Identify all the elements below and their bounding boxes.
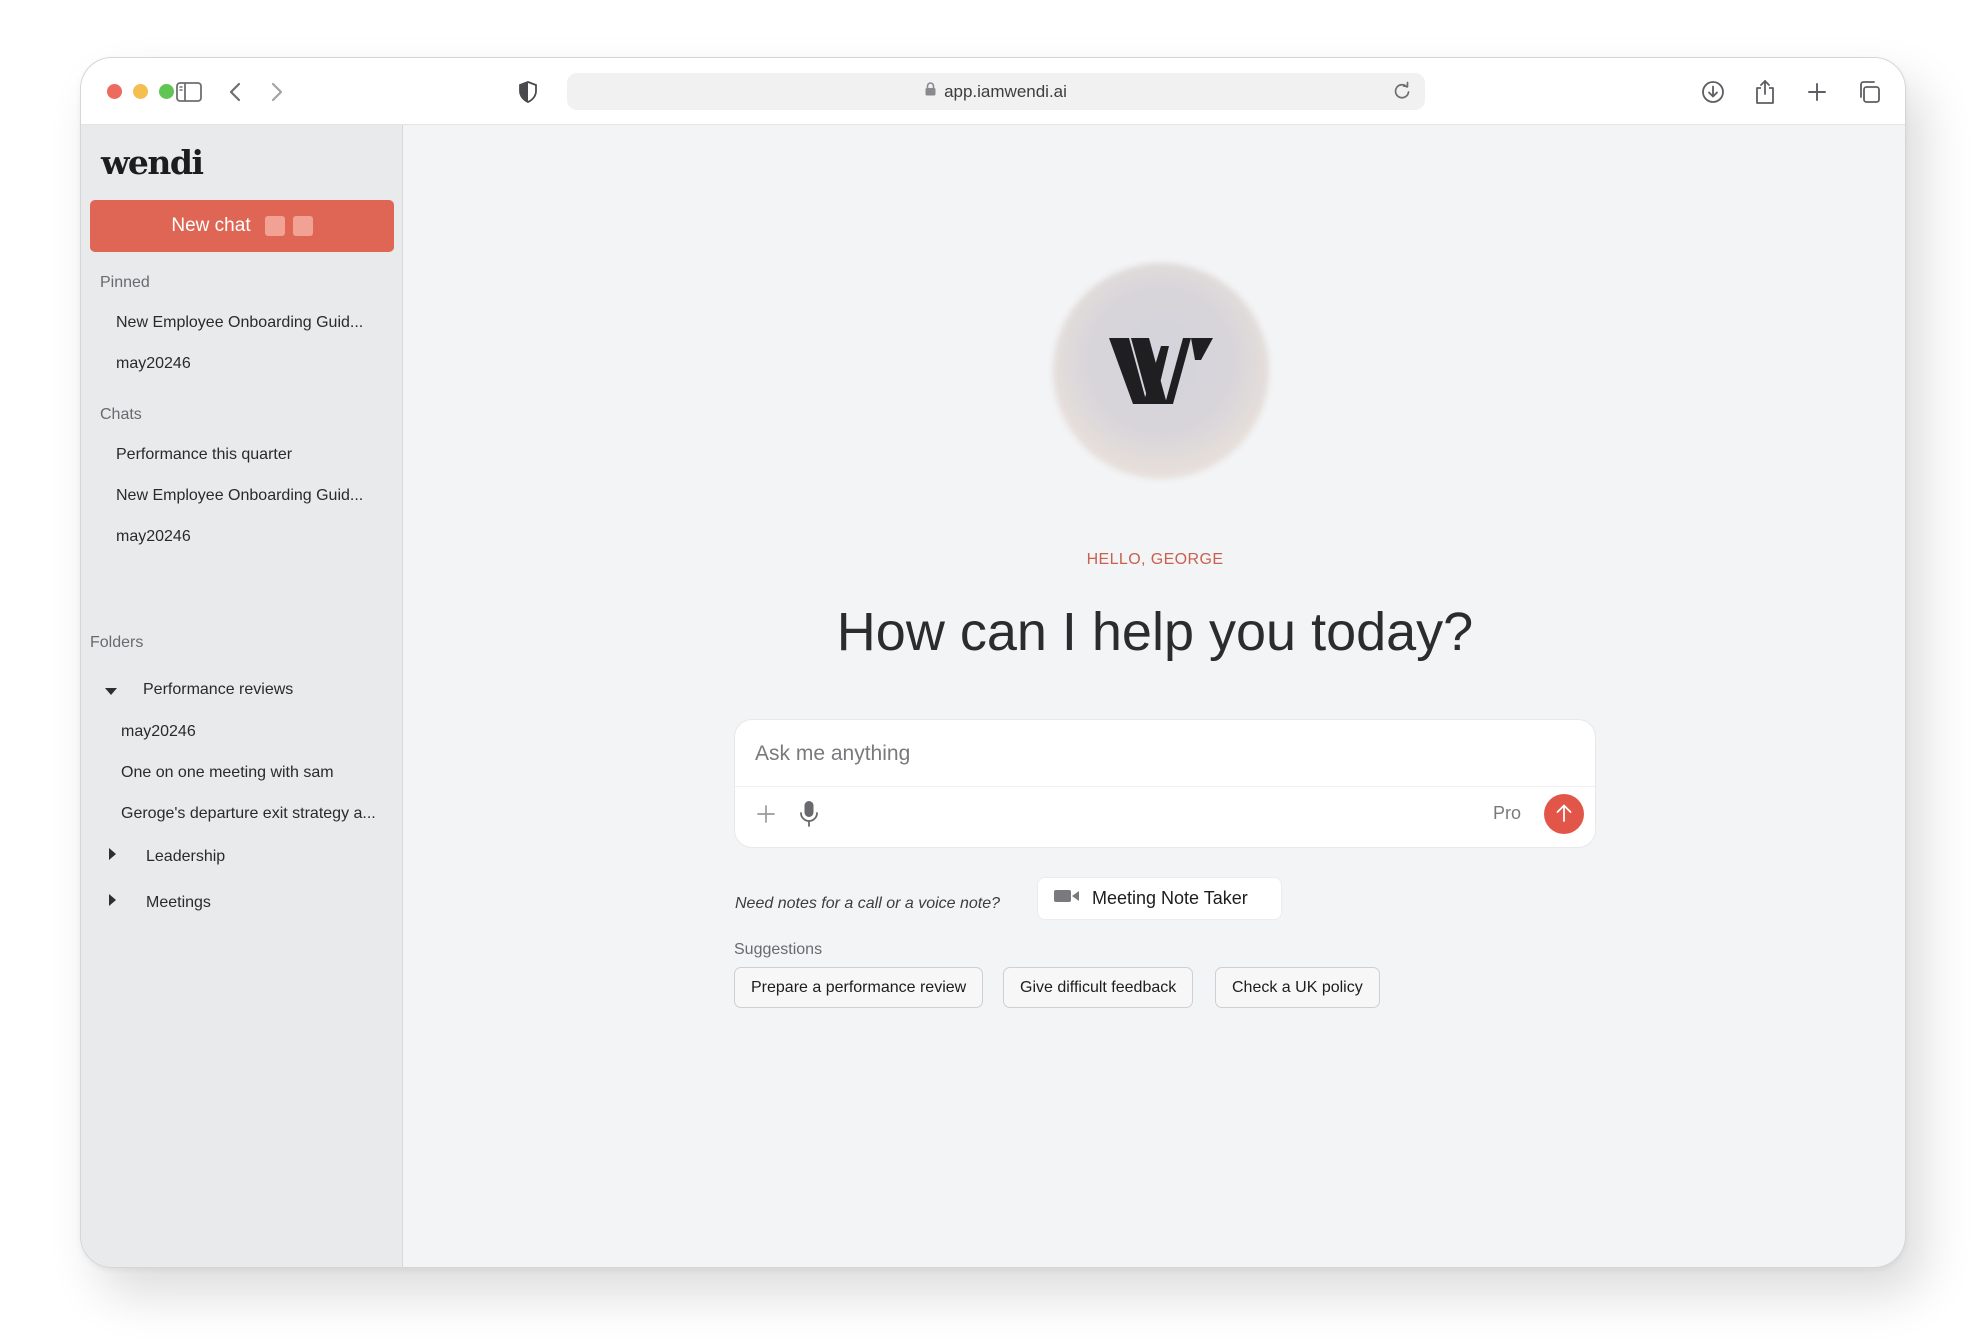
sidebar-toggle-icon[interactable]	[173, 76, 205, 108]
url-text: app.iamwendi.ai	[944, 81, 1067, 101]
chat-item[interactable]: Performance this quarter	[116, 446, 386, 464]
download-icon[interactable]	[1697, 76, 1729, 108]
lock-icon	[925, 82, 936, 101]
new-tab-plus-icon[interactable]	[1801, 76, 1833, 108]
browser-window: app.iamwendi.ai wendi New chat Pinned Ne…	[80, 57, 1906, 1268]
close-window-button[interactable]	[107, 84, 122, 99]
new-chat-button[interactable]: New chat	[90, 200, 394, 252]
composer-divider	[735, 786, 1595, 787]
suggestions-title: Suggestions	[734, 941, 823, 958]
address-bar[interactable]: app.iamwendi.ai	[567, 73, 1425, 110]
tabs-overview-icon[interactable]	[1853, 76, 1885, 108]
folder-meetings[interactable]: Meetings	[146, 894, 386, 912]
meeting-note-taker-label: Meeting Note Taker	[1092, 888, 1248, 908]
pro-mode-toggle[interactable]: Pro	[1493, 803, 1521, 824]
greeting-text: HELLO, GEORGE	[1086, 551, 1224, 568]
send-button[interactable]	[1544, 794, 1584, 834]
folder-collapsed-caret-icon[interactable]	[109, 894, 116, 906]
wendi-w-logo-icon	[1095, 305, 1227, 437]
attach-plus-icon[interactable]	[750, 798, 782, 830]
meeting-note-prompt: Need notes for a call or a voice note?	[735, 895, 1001, 912]
minimize-window-button[interactable]	[133, 84, 148, 99]
folder-chat-item[interactable]: One on one meeting with sam	[121, 764, 391, 782]
suggestion-chip[interactable]: Prepare a performance review	[734, 967, 984, 1008]
suggestion-chip[interactable]: Check a UK policy	[1215, 967, 1380, 1008]
back-arrow-icon[interactable]	[219, 76, 251, 108]
browser-toolbar: app.iamwendi.ai	[81, 58, 1905, 125]
shield-icon[interactable]	[512, 76, 544, 108]
pinned-chat-item[interactable]: New Employee Onboarding Guid...	[116, 314, 386, 332]
sidebar: wendi New chat Pinned New Employee Onboa…	[81, 125, 403, 1267]
shortcut-key-icon	[292, 216, 313, 236]
folder-performance-reviews[interactable]: Performance reviews	[143, 681, 383, 699]
chat-composer: Pro	[734, 719, 1596, 848]
share-icon[interactable]	[1749, 76, 1781, 108]
arrow-up-icon	[1554, 802, 1574, 827]
folder-chat-item[interactable]: Geroge's departure exit strategy a...	[121, 805, 396, 823]
headline: How can I help you today?	[836, 602, 1474, 662]
shortcut-key-icon	[264, 216, 285, 236]
chats-section-title: Chats	[100, 406, 142, 423]
suggestion-chip[interactable]: Give difficult feedback	[1003, 967, 1194, 1008]
main-content: HELLO, GEORGE How can I help you today? …	[403, 125, 1905, 1267]
pinned-section-title: Pinned	[100, 274, 150, 291]
chat-item[interactable]: may20246	[116, 528, 386, 546]
folder-expanded-caret-icon[interactable]	[105, 688, 117, 695]
chat-item[interactable]: New Employee Onboarding Guid...	[116, 487, 386, 505]
meeting-note-taker-button[interactable]: Meeting Note Taker	[1037, 877, 1282, 920]
forward-arrow-icon[interactable]	[261, 76, 293, 108]
maximize-window-button[interactable]	[159, 84, 174, 99]
chat-input[interactable]	[755, 736, 1555, 772]
video-camera-icon	[1054, 888, 1080, 909]
microphone-icon[interactable]	[793, 798, 825, 830]
wendi-logo[interactable]: wendi	[101, 143, 204, 182]
folder-leadership[interactable]: Leadership	[146, 848, 386, 866]
pinned-chat-item[interactable]: may20246	[116, 355, 386, 373]
folder-collapsed-caret-icon[interactable]	[109, 848, 116, 860]
reload-icon[interactable]	[1387, 76, 1417, 111]
folders-section-title: Folders	[90, 634, 144, 651]
folder-chat-item[interactable]: may20246	[121, 723, 391, 741]
new-chat-label: New chat	[171, 215, 251, 236]
